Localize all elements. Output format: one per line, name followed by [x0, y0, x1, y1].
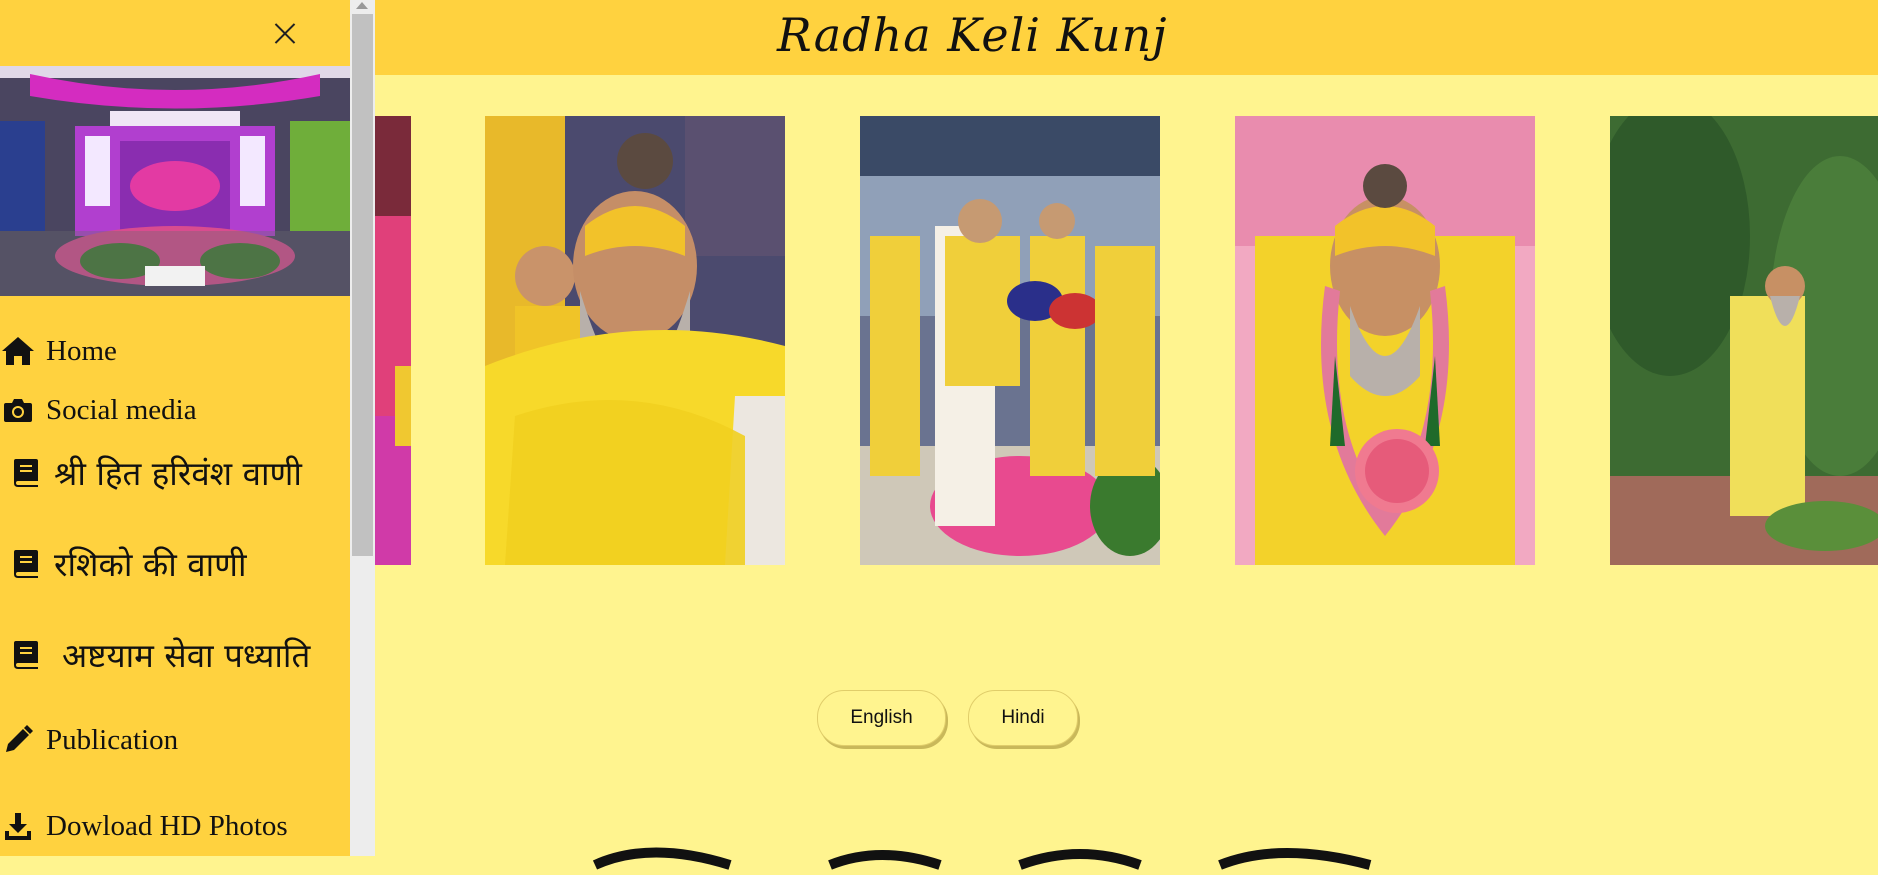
pencil-icon	[0, 722, 36, 758]
sidebar-item-label: श्री हित हरिवंश वाणी	[54, 454, 302, 493]
english-button[interactable]: English	[817, 690, 946, 746]
download-icon	[0, 808, 36, 844]
gallery-photo-partial[interactable]	[375, 116, 411, 565]
sidebar-item-ashtayam-seva[interactable]: अष्टयाम सेवा पध्याति	[8, 632, 310, 677]
gallery-photo-4[interactable]	[1610, 116, 1878, 565]
camera-icon	[0, 392, 36, 428]
sidebar-item-label: अष्टयाम सेवा पध्याति	[62, 636, 311, 675]
gallery-photo-2[interactable]	[860, 116, 1160, 565]
close-icon[interactable]	[270, 18, 300, 48]
bottom-heading-cropped	[580, 835, 1430, 875]
book-icon	[8, 637, 44, 673]
book-icon	[8, 455, 44, 491]
sidebar-temple-photo	[0, 66, 350, 296]
gallery-photo-3[interactable]	[1235, 116, 1535, 565]
home-icon	[0, 333, 36, 369]
sidebar-item-label: रशिको की वाणी	[54, 545, 247, 584]
sidebar-item-publication[interactable]: Publication	[0, 722, 178, 758]
scroll-thumb[interactable]	[352, 14, 373, 556]
gallery-photo-1[interactable]	[485, 116, 785, 565]
sidebar-item-label: Publication	[46, 723, 179, 756]
sidebar: Home Social media श्री हित हरिवंश वाणी र…	[0, 0, 350, 856]
scroll-up-arrow-icon[interactable]	[356, 2, 368, 9]
sidebar-scrollbar[interactable]	[350, 0, 375, 856]
site-title: Radha Keli Kunj	[777, 8, 1168, 62]
sidebar-item-label: Home	[46, 334, 117, 367]
site-header: Radha Keli Kunj	[375, 0, 1878, 75]
sidebar-item-rasiko-ki-vani[interactable]: रशिको की वाणी	[8, 541, 247, 586]
sidebar-item-harivansh-vani[interactable]: श्री हित हरिवंश वाणी	[8, 450, 302, 495]
book-icon	[8, 546, 44, 582]
sidebar-item-download-hd-photos[interactable]: Dowload HD Photos	[0, 808, 288, 844]
sidebar-item-social-media[interactable]: Social media	[0, 392, 197, 428]
sidebar-item-label: Social media	[46, 393, 197, 426]
sidebar-item-label: Dowload HD Photos	[46, 809, 288, 842]
sidebar-item-home[interactable]: Home	[0, 333, 117, 369]
hindi-button[interactable]: Hindi	[968, 690, 1078, 746]
